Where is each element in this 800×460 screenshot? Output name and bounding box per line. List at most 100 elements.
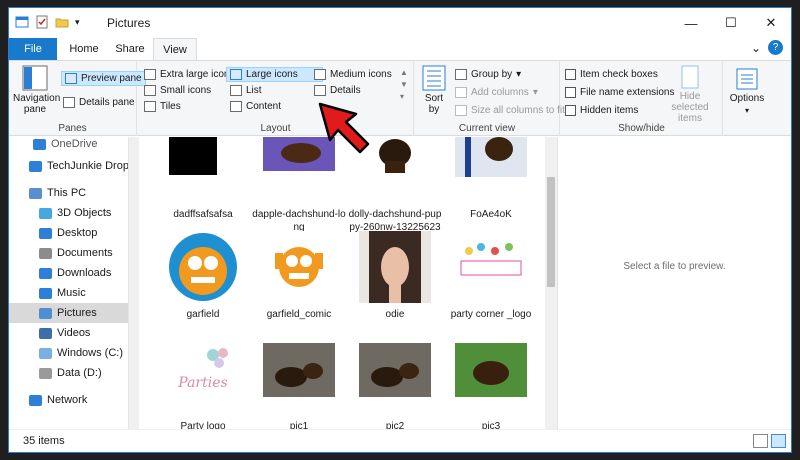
new-folder-icon[interactable] [55, 15, 69, 29]
size-columns-icon [455, 105, 467, 116]
navigation-pane-button[interactable]: Navigation pane [13, 65, 61, 115]
nav-item[interactable]: Videos [9, 323, 128, 343]
nav-item[interactable]: Pictures [9, 303, 128, 323]
size-columns-button[interactable]: Size all columns to fit [455, 105, 565, 116]
medium-icons-label: Medium icons [330, 69, 392, 80]
details-pane-button[interactable]: Details pane [63, 97, 135, 108]
details-button[interactable]: Details [314, 85, 361, 96]
navigation-pane-icon [22, 65, 48, 91]
quick-access-toolbar: ▾ [15, 15, 80, 29]
content-button[interactable]: Content [230, 101, 281, 112]
large-icons-view-button[interactable] [771, 434, 786, 448]
group-by-dropdown-icon: ▾ [516, 69, 522, 80]
hide-selected-items-button[interactable]: Hide selected items [661, 65, 719, 124]
large-icons-icon [230, 69, 242, 80]
file-item[interactable]: garfield_comic [252, 231, 346, 321]
collapse-ribbon-button[interactable]: ⌄ [751, 41, 761, 55]
navigation-pane: OneDrive TechJunkie Dropb This PC 3D Object… [9, 137, 129, 429]
file-name-label: party corner _logo [450, 309, 532, 320]
qat-dropdown-icon[interactable]: ▾ [75, 17, 80, 28]
nav-item[interactable]: Network [9, 390, 128, 410]
hide-selected-icon [681, 65, 699, 89]
nav-item[interactable]: Data (D:) [9, 363, 128, 383]
tab-view[interactable]: View [153, 38, 197, 60]
file-name-label: Party logo [180, 421, 226, 429]
group-by-label: Group by [471, 69, 513, 80]
details-view-button[interactable] [753, 434, 768, 448]
file-name-extensions-checkbox[interactable] [565, 87, 576, 98]
nav-item-label: Network [47, 394, 88, 406]
group-by-button[interactable]: Group by ▾ [455, 69, 521, 80]
close-button[interactable]: ✕ [751, 8, 791, 38]
explorer-window: ▾ Pictures — ☐ ✕ File Home Share View ⌄ … [8, 7, 792, 453]
list-icon [230, 85, 242, 96]
nav-item-icon [39, 247, 52, 259]
preview-pane-button[interactable]: Preview pane [61, 71, 146, 86]
tab-home[interactable]: Home [61, 38, 107, 60]
maximize-button[interactable]: ☐ [711, 8, 751, 38]
file-item[interactable]: pic1 [252, 343, 346, 429]
layout-group: Extra large icons Large icons Medium ico… [138, 61, 414, 136]
nav-item-label: Data (D:) [57, 367, 102, 379]
small-icons-icon [144, 85, 156, 96]
nav-item[interactable]: TechJunkie Dropb [9, 156, 128, 176]
small-icons-button[interactable]: Small icons [144, 85, 211, 96]
item-check-boxes-toggle[interactable]: Item check boxes [565, 69, 658, 80]
file-item[interactable]: FoAe4oK [444, 137, 538, 221]
large-icons-button[interactable]: Large icons [226, 67, 323, 82]
preview-pane-icon [65, 73, 77, 84]
hidden-items-toggle[interactable]: Hidden items [565, 105, 638, 116]
list-button[interactable]: List [230, 85, 262, 96]
scrollbar-thumb[interactable] [547, 177, 555, 287]
nav-item-icon [39, 267, 52, 279]
file-name-label: garfield_comic [266, 309, 332, 320]
navigation-pane-label: Navigation pane [13, 93, 61, 115]
nav-item-icon [39, 347, 52, 359]
nav-item[interactable]: Windows (C:) [9, 343, 128, 363]
help-button[interactable]: ? [768, 40, 783, 55]
file-item[interactable]: odie [348, 231, 442, 321]
details-pane-icon [63, 97, 75, 108]
tab-file[interactable]: File [9, 38, 57, 60]
details-icon [314, 85, 326, 96]
nav-item[interactable]: OneDrive [9, 137, 128, 154]
tab-share[interactable]: Share [109, 38, 151, 60]
item-check-boxes-checkbox[interactable] [565, 69, 576, 80]
file-item[interactable]: pic3 [444, 343, 538, 429]
file-item[interactable]: Parties Party logo [156, 343, 250, 429]
options-button[interactable]: Options ▾ [725, 67, 769, 115]
nav-item[interactable]: 3D Objects [9, 203, 128, 223]
nav-item[interactable]: Desktop [9, 223, 128, 243]
nav-item[interactable]: Music [9, 283, 128, 303]
file-item[interactable]: party corner _logo [444, 231, 538, 321]
item-count: 35 items [23, 435, 65, 447]
nav-item-label: Videos [57, 327, 91, 339]
options-label: Options [729, 93, 765, 104]
add-columns-button[interactable]: Add columns ▾ [455, 87, 538, 98]
layout-scroll-icon[interactable]: ▲ ▼ ▾ [400, 67, 408, 103]
title-bar: ▾ Pictures — ☐ ✕ [9, 8, 791, 38]
minimize-button[interactable]: — [671, 8, 711, 38]
nav-item[interactable]: This PC [9, 183, 128, 203]
file-thumbnail [455, 343, 527, 415]
file-name-extensions-toggle[interactable]: File name extensions [565, 87, 675, 98]
extra-large-icons-button[interactable]: Extra large icons [144, 69, 234, 80]
medium-icons-button[interactable]: Medium icons [314, 69, 392, 80]
navigation-scrollbar[interactable] [129, 137, 139, 429]
file-item[interactable]: garfield [156, 231, 250, 321]
sort-by-button[interactable]: Sort by [419, 65, 449, 115]
properties-icon[interactable] [35, 15, 49, 29]
file-thumbnail [263, 343, 335, 415]
hidden-items-checkbox[interactable] [565, 105, 576, 116]
file-item[interactable]: pic2 [348, 343, 442, 429]
file-item[interactable]: dadffsafsafsa [156, 137, 250, 221]
file-list-scrollbar[interactable] [545, 137, 557, 429]
nav-item[interactable]: Downloads [9, 263, 128, 283]
nav-item-label: 3D Objects [57, 207, 112, 219]
options-dropdown-icon: ▾ [744, 106, 749, 115]
nav-item-icon [39, 307, 52, 319]
details-pane-label: Details pane [79, 97, 135, 108]
nav-item[interactable]: Documents [9, 243, 128, 263]
tiles-button[interactable]: Tiles [144, 101, 181, 112]
status-bar: 35 items [9, 429, 791, 452]
